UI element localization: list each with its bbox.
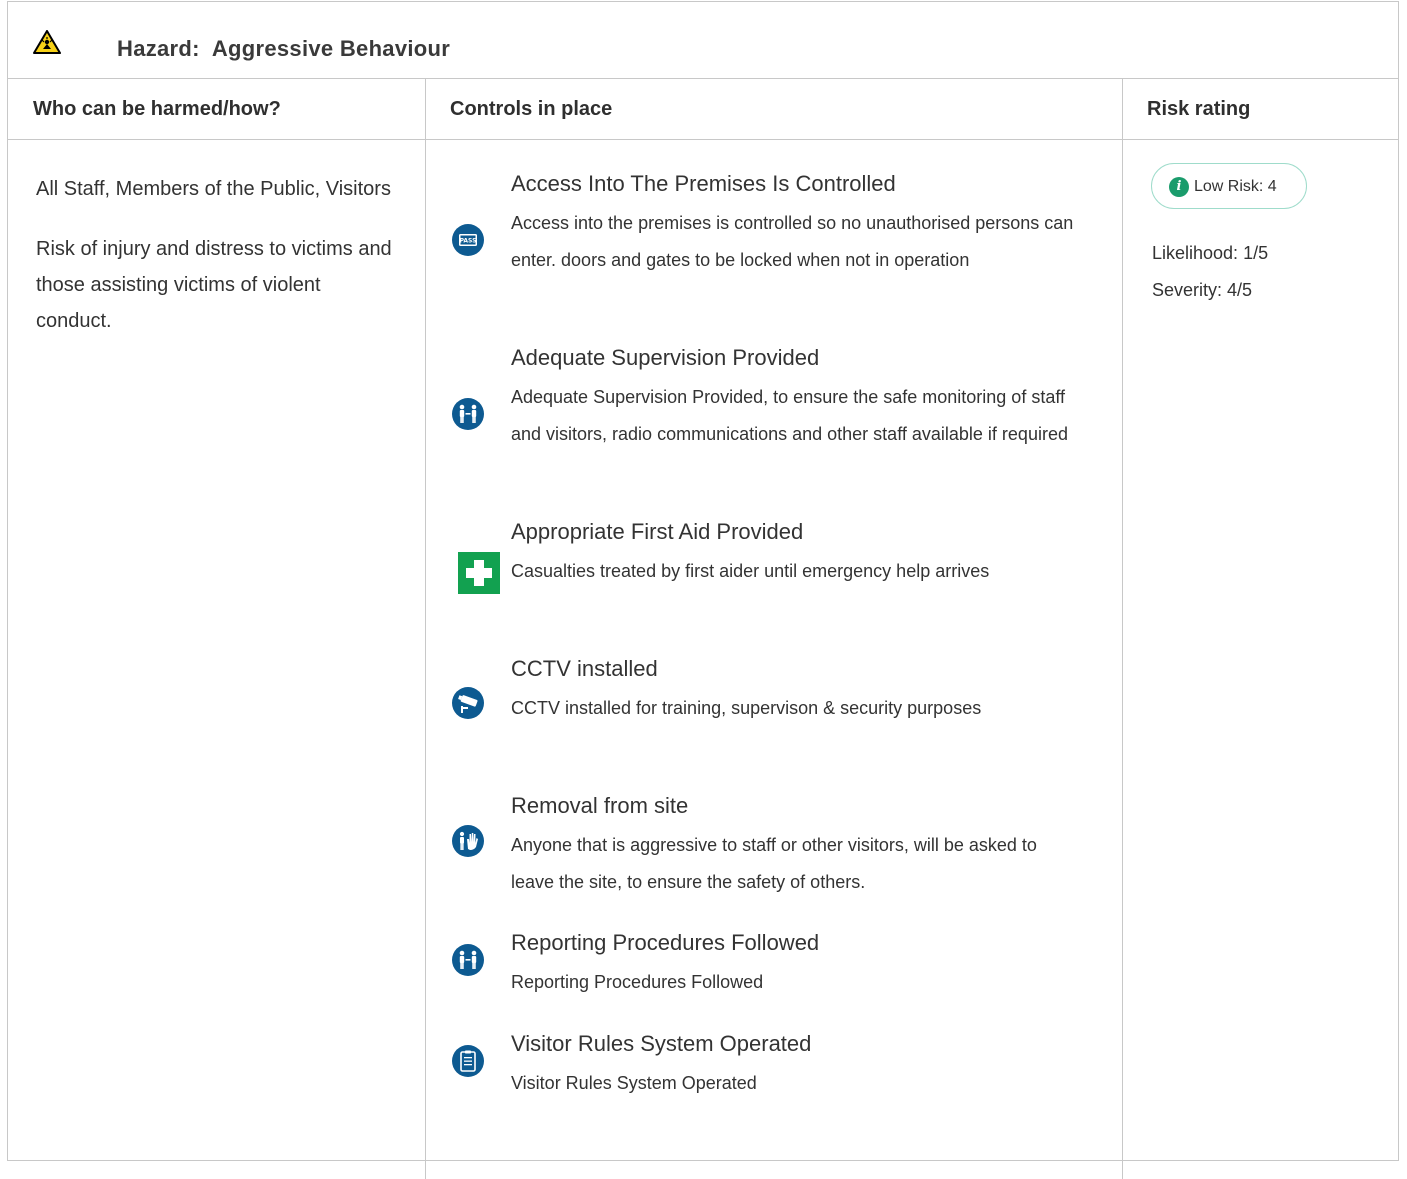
info-icon: i (1169, 177, 1189, 197)
cctv-camera-icon (452, 687, 484, 719)
risk-likelihood: Likelihood: 1/5 (1152, 243, 1269, 263)
control-description: Reporting Procedures Followed (511, 972, 764, 992)
risk-detail: Likelihood: 1/5 Severity: 4/5 (1152, 235, 1268, 309)
hazard-name: Aggressive Behaviour (211, 36, 451, 61)
control-title: Adequate Supervision Provided (511, 345, 820, 370)
hazard-prefix: Hazard: (117, 36, 200, 61)
who-persons: All Staff, Members of the Public, Visito… (36, 178, 391, 200)
control-title: CCTV installed (511, 656, 658, 681)
column-header-who: Who can be harmed/how? (33, 98, 281, 120)
stop-hand-icon (452, 825, 484, 857)
svg-text:PASS: PASS (460, 238, 477, 245)
control-description: Casualties treated by first aider until … (511, 561, 990, 581)
control-description: Access into the premises is controlled s… (511, 213, 1074, 270)
risk-badge[interactable]: i Low Risk: 4 (1151, 163, 1307, 209)
pass-card-icon: PASS (452, 224, 484, 256)
table-header: Who can be harmed/how? Controls in place… (8, 79, 1398, 140)
risk-severity: Severity: 4/5 (1152, 280, 1253, 300)
control-title: Removal from site (511, 793, 689, 818)
control-description: Adequate Supervision Provided, to ensure… (511, 387, 1068, 444)
warning-aggression-icon (33, 30, 61, 54)
supervision-people-icon (452, 398, 484, 430)
who-cell: All Staff, Members of the Public, Visito… (36, 171, 396, 363)
hazard-header: Hazard: Aggressive Behaviour (8, 2, 1398, 79)
control-title: Access Into The Premises Is Controlled (511, 171, 896, 196)
control-description: Visitor Rules System Operated (511, 1073, 757, 1093)
column-header-controls: Controls in place (450, 98, 613, 120)
control-title: Appropriate First Aid Provided (511, 519, 804, 544)
column-divider (425, 79, 426, 1179)
who-how: Risk of injury and distress to victims a… (36, 238, 392, 332)
column-divider (1122, 79, 1123, 1179)
first-aid-icon (458, 552, 500, 594)
column-header-risk: Risk rating (1147, 98, 1251, 120)
hazard-title: Hazard: Aggressive Behaviour (117, 36, 450, 62)
control-title: Visitor Rules System Operated (511, 1031, 812, 1056)
reporting-people-icon (452, 944, 484, 976)
control-title: Reporting Procedures Followed (511, 930, 820, 955)
control-description: Anyone that is aggressive to staff or ot… (511, 835, 1037, 892)
control-description: CCTV installed for training, supervison … (511, 698, 982, 718)
risk-badge-label: Low Risk: 4 (1194, 178, 1277, 195)
clipboard-rules-icon (452, 1045, 484, 1077)
